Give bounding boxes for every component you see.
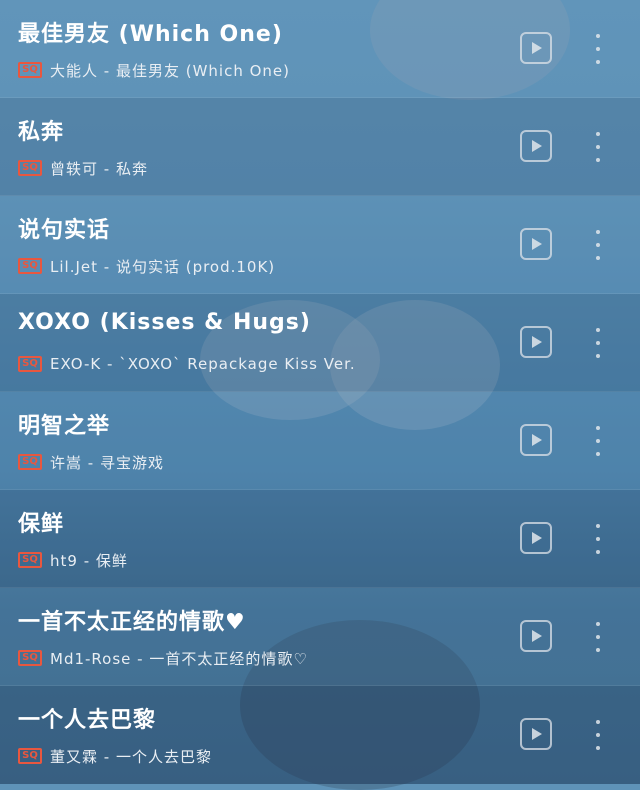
more-vertical-icon [596,158,600,162]
song-meta: SQ 大能人 - 最佳男友 (Which One) [18,60,290,80]
song-title: 一个人去巴黎 [18,708,157,733]
song-row[interactable]: XOXO (Kisses & Hugs) SQ EXO-K - `XOXO` R… [0,294,640,392]
artist-album-text: Md1-Rose - 一首不太正经的情歌♡ [50,649,308,668]
play-icon [532,434,542,446]
more-vertical-icon [596,550,600,554]
song-title: 明智之举 [18,414,111,439]
play-icon [532,42,542,54]
play-button[interactable] [520,522,552,554]
song-title: 最佳男友 (Which One) [18,22,283,47]
artist-album-text: ht9 - 保鲜 [50,551,128,570]
song-row[interactable]: 最佳男友 (Which One) SQ 大能人 - 最佳男友 (Which On… [0,0,640,98]
artist-album-text: EXO-K - `XOXO` Repackage Kiss Ver. [50,355,356,373]
song-row[interactable]: 私奔 SQ 曾轶可 - 私奔 [0,98,640,196]
more-vertical-icon [596,145,600,149]
sq-quality-badge: SQ [18,62,42,78]
song-meta: SQ Md1-Rose - 一首不太正经的情歌♡ [18,648,308,668]
song-meta: SQ 曾轶可 - 私奔 [18,158,148,178]
more-options-button[interactable] [588,426,608,456]
more-options-button[interactable] [588,34,608,64]
sq-quality-badge: SQ [18,552,42,568]
more-vertical-icon [596,733,600,737]
more-vertical-icon [596,439,600,443]
play-button[interactable] [520,326,552,358]
play-button[interactable] [520,424,552,456]
more-options-button[interactable] [588,132,608,162]
more-options-button[interactable] [588,524,608,554]
more-vertical-icon [596,720,600,724]
song-title: XOXO (Kisses & Hugs) [18,310,311,335]
more-vertical-icon [596,524,600,528]
play-icon [532,336,542,348]
play-button[interactable] [520,32,552,64]
more-vertical-icon [596,635,600,639]
more-vertical-icon [596,60,600,64]
more-vertical-icon [596,230,600,234]
sq-quality-badge: SQ [18,258,42,274]
song-title: 保鲜 [18,512,65,537]
song-row[interactable]: 保鲜 SQ ht9 - 保鲜 [0,490,640,588]
more-vertical-icon [596,328,600,332]
more-vertical-icon [596,132,600,136]
sq-quality-badge: SQ [18,650,42,666]
more-vertical-icon [596,256,600,260]
song-title: 私奔 [18,120,65,145]
song-row[interactable]: 一首不太正经的情歌♥ SQ Md1-Rose - 一首不太正经的情歌♡ [0,588,640,686]
song-row[interactable]: 一个人去巴黎 SQ 董又霖 - 一个人去巴黎 [0,686,640,784]
play-icon [532,532,542,544]
artist-album-text: 许嵩 - 寻宝游戏 [50,453,164,472]
more-options-button[interactable] [588,720,608,750]
sq-quality-badge: SQ [18,454,42,470]
sq-quality-badge: SQ [18,160,42,176]
artist-album-text: 大能人 - 最佳男友 (Which One) [50,61,290,80]
song-row[interactable]: 说句实话 SQ Lil.Jet - 说句实话 (prod.10K) [0,196,640,294]
more-vertical-icon [596,452,600,456]
sq-quality-badge: SQ [18,748,42,764]
play-button[interactable] [520,620,552,652]
song-list: 最佳男友 (Which One) SQ 大能人 - 最佳男友 (Which On… [0,0,640,784]
more-vertical-icon [596,47,600,51]
song-title: 说句实话 [18,218,111,243]
play-icon [532,630,542,642]
more-options-button[interactable] [588,622,608,652]
more-vertical-icon [596,426,600,430]
more-vertical-icon [596,354,600,358]
play-button[interactable] [520,130,552,162]
more-vertical-icon [596,622,600,626]
sq-quality-badge: SQ [18,356,42,372]
song-meta: SQ 许嵩 - 寻宝游戏 [18,452,164,472]
song-row[interactable]: 明智之举 SQ 许嵩 - 寻宝游戏 [0,392,640,490]
song-meta: SQ Lil.Jet - 说句实话 (prod.10K) [18,256,275,276]
more-options-button[interactable] [588,230,608,260]
more-vertical-icon [596,243,600,247]
play-icon [532,238,542,250]
song-meta: SQ EXO-K - `XOXO` Repackage Kiss Ver. [18,354,356,374]
song-title: 一首不太正经的情歌♥ [18,610,246,635]
play-button[interactable] [520,718,552,750]
artist-album-text: 曾轶可 - 私奔 [50,159,148,178]
more-options-button[interactable] [588,328,608,358]
song-meta: SQ ht9 - 保鲜 [18,550,128,570]
play-icon [532,728,542,740]
play-icon [532,140,542,152]
artist-album-text: Lil.Jet - 说句实话 (prod.10K) [50,257,276,276]
more-vertical-icon [596,746,600,750]
artist-album-text: 董又霖 - 一个人去巴黎 [50,747,212,766]
more-vertical-icon [596,648,600,652]
more-vertical-icon [596,537,600,541]
more-vertical-icon [596,34,600,38]
play-button[interactable] [520,228,552,260]
more-vertical-icon [596,341,600,345]
song-meta: SQ 董又霖 - 一个人去巴黎 [18,746,212,766]
